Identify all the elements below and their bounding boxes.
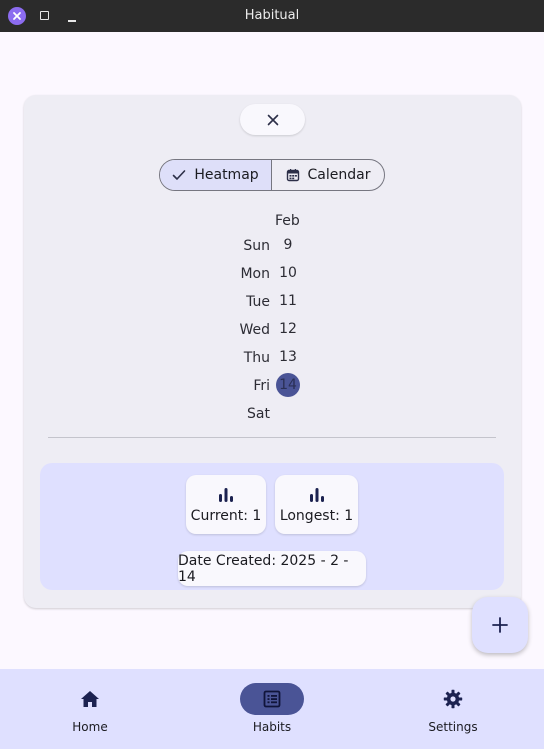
bottom-navigation: Home Habits Settings [0,669,544,749]
close-icon [267,114,278,125]
date-cell[interactable]: 10 [276,261,300,285]
day-label: Sat [247,406,270,422]
date-cell-completed[interactable]: 14 [276,373,300,397]
date-cell[interactable]: 13 [276,345,300,369]
nav-label-settings: Settings [428,720,478,734]
day-label: Wed [239,322,270,338]
day-label: Thu [243,350,270,366]
divider [48,437,496,438]
calendar-tab-label: Calendar [307,167,371,183]
date-cell[interactable]: 9 [276,233,300,257]
date-created-chip: Date Created: 2025 - 2 - 14 [178,551,366,586]
calendar-tab[interactable]: Calendar [272,160,384,190]
nav-item-home[interactable]: Home [35,669,145,749]
check-icon [173,170,186,180]
gear-icon [443,689,463,709]
date-cell[interactable]: 12 [276,317,300,341]
close-button[interactable] [240,104,305,135]
bar-chart-icon [309,487,324,502]
title-bar: Habitual [0,0,544,32]
date-cell[interactable]: 11 [276,289,300,313]
bar-chart-icon [219,487,233,502]
heatmap-tab[interactable]: Heatmap [160,160,272,190]
date-created-label: Date Created: 2025 - 2 - 14 [178,552,349,585]
plus-icon [492,617,508,633]
current-streak-label: Current: 1 [190,507,262,524]
stats-panel: Current: 1 Longest: 1 Date Created: 2025… [40,463,504,590]
habit-detail-card: Heatmap Calendar Feb Sun Mon Tue Wed Thu… [24,95,521,608]
day-label: Mon [240,266,270,282]
add-habit-button[interactable] [472,597,528,653]
day-label: Tue [246,294,270,310]
window-title: Habitual [244,8,300,23]
month-label: Feb [275,213,300,229]
nav-item-settings[interactable]: Settings [398,669,508,749]
list-icon [263,690,281,708]
current-streak-chip: Current: 1 [186,475,266,534]
view-toggle: Heatmap Calendar [159,159,385,191]
calendar-icon [286,169,299,182]
day-label: Sun [243,238,270,254]
nav-label-home: Home [72,720,108,734]
home-icon [81,691,99,707]
longest-streak-chip: Longest: 1 [275,475,358,534]
nav-label-habits: Habits [252,720,292,734]
nav-item-habits[interactable]: Habits [217,669,327,749]
heatmap-tab-label: Heatmap [194,167,259,183]
longest-streak-label: Longest: 1 [279,507,354,524]
day-label: Fri [253,378,270,394]
